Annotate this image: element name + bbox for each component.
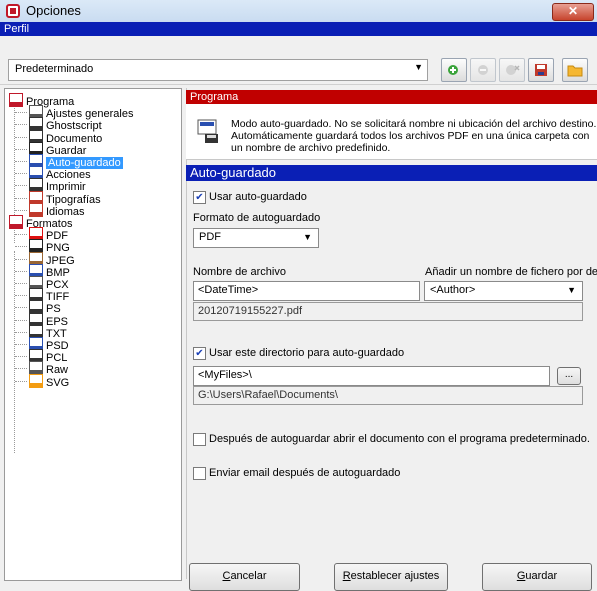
options-tree: Programa Ajustes generales Ghostscript Docu… — [4, 88, 182, 581]
chevron-down-icon: ▼ — [567, 285, 576, 295]
profile-select-value: Predeterminado — [15, 63, 94, 75]
chevron-down-icon: ▼ — [414, 62, 423, 72]
format-label: Formato de autoguardado — [193, 212, 321, 224]
filename-input-value: <DateTime> — [198, 284, 259, 296]
tree-item-label: SVG — [46, 376, 70, 389]
delete-profile-icon — [506, 65, 520, 75]
autosave-icon — [197, 119, 218, 143]
section-header — [186, 90, 597, 104]
description-line: un nombre de archivo predefinido. — [231, 142, 391, 154]
filename-preview: 20120719155227.pdf — [193, 302, 583, 321]
svg-icon — [29, 373, 43, 388]
add-name-select[interactable]: <Author> ▼ — [424, 281, 583, 301]
use-autosave-label: Usar auto-guardado — [209, 191, 307, 203]
filename-label: Nombre de archivo — [193, 266, 286, 278]
directory-preview-text: G:\Users\Rafael\Documents\ — [198, 389, 338, 401]
directory-input[interactable]: <MyFiles>\ — [193, 366, 550, 386]
floppy-icon — [535, 64, 547, 76]
window-title: Opciones — [26, 3, 81, 18]
open-profile-button[interactable] — [562, 58, 588, 82]
save-profile-button[interactable] — [528, 58, 554, 82]
save-label: uardar — [525, 570, 558, 582]
format-select-value: PDF — [199, 231, 221, 243]
use-autosave-checkbox[interactable]: ✔ — [193, 191, 206, 204]
delete-profile-button[interactable] — [499, 58, 525, 82]
browse-button[interactable]: ... — [557, 367, 581, 385]
settings-panel — [186, 88, 597, 579]
email-after-label: Enviar email después de autoguardado — [209, 467, 401, 479]
reset-label: establecer ajustes — [350, 570, 440, 582]
email-after-checkbox[interactable] — [193, 467, 206, 480]
section-header-label: Programa — [190, 91, 239, 103]
add-profile-icon — [448, 65, 458, 75]
program-icon — [9, 93, 23, 107]
rename-profile-button[interactable] — [470, 58, 496, 82]
tree-item-svg[interactable]: SVG — [29, 373, 70, 389]
use-directory-label: Usar este directorio para auto-guardado — [209, 347, 405, 359]
save-button[interactable]: Guardar — [482, 563, 592, 591]
profile-header-label: Perfil — [4, 23, 30, 35]
profile-select[interactable]: Predeterminado ▼ — [8, 59, 428, 81]
folder-icon — [567, 65, 583, 77]
app-icon — [6, 4, 20, 18]
use-directory-checkbox[interactable]: ✔ — [193, 347, 206, 360]
filename-preview-text: 20120719155227.pdf — [198, 305, 302, 317]
close-button[interactable]: ✕ — [552, 3, 594, 21]
directory-input-value: <MyFiles>\ — [198, 369, 252, 381]
profile-header — [0, 22, 597, 36]
formats-icon — [9, 215, 23, 229]
format-select[interactable]: PDF ▼ — [193, 228, 319, 248]
reset-mnemonic: R — [342, 570, 351, 582]
chevron-down-icon: ▼ — [303, 232, 312, 242]
description-line: Automáticamente guardará todos los archi… — [231, 130, 590, 142]
directory-preview: G:\Users\Rafael\Documents\ — [193, 386, 583, 405]
open-after-label: Después de autoguardar abrir el document… — [209, 433, 590, 445]
title-bar — [0, 0, 597, 23]
description-line: Modo auto-guardado. No se solicitará nom… — [231, 118, 597, 130]
add-name-label: Añadir un nombre de fichero por defecto — [425, 266, 597, 278]
cancel-button[interactable]: Cancelar — [189, 563, 300, 591]
checkmark-icon: ✔ — [195, 192, 204, 203]
filename-input[interactable]: <DateTime> — [193, 281, 420, 301]
cancel-label: ancelar — [230, 570, 267, 582]
rename-profile-icon — [478, 65, 488, 75]
open-after-checkbox[interactable] — [193, 433, 206, 446]
checkmark-icon: ✔ — [195, 348, 204, 359]
add-profile-button[interactable] — [441, 58, 467, 82]
reset-button[interactable]: Restablecer ajustes — [334, 563, 448, 591]
panel-title: Auto-guardado — [190, 165, 277, 180]
add-name-select-value: <Author> — [430, 284, 476, 296]
